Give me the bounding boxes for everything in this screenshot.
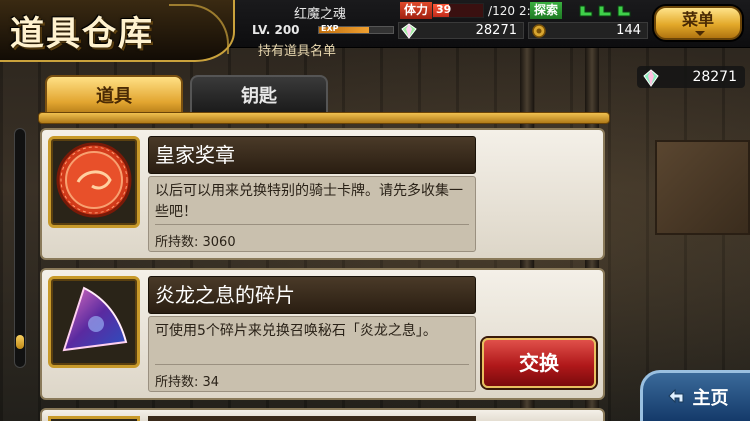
item-description: 以后可以用来兑换特别的骑士卡牌。请先多收集一些吧！ bbox=[155, 181, 469, 225]
boot-icon bbox=[597, 5, 613, 17]
item-card bbox=[40, 408, 605, 421]
tab-keys[interactable]: 钥匙 bbox=[190, 75, 328, 113]
gem-total: 28271 bbox=[637, 66, 745, 88]
item-card: 皇家奖章 以后可以用来兑换特别的骑士卡牌。请先多收集一些吧！ 所持数: 3060 bbox=[40, 128, 605, 260]
coin-counter: 144 bbox=[528, 22, 648, 39]
page-title: 道具仓库 bbox=[10, 13, 154, 54]
coin-count: 144 bbox=[616, 23, 641, 38]
item-icon-frame bbox=[48, 276, 140, 368]
item-name-bar bbox=[148, 416, 476, 421]
item-icon-frame bbox=[48, 416, 140, 421]
tab-items[interactable]: 道具 bbox=[45, 75, 183, 113]
stamina-label: 体力 bbox=[400, 2, 433, 19]
gem-icon bbox=[401, 22, 417, 39]
item-count: 所持数: 34 bbox=[155, 375, 220, 390]
boot-icon bbox=[616, 5, 632, 17]
chevron-down-icon bbox=[695, 31, 705, 36]
player-name: 红魔之魂 bbox=[293, 7, 346, 22]
title-ornament bbox=[169, 4, 229, 54]
stamina-max-value: 120 bbox=[492, 3, 515, 18]
page-subtitle: 持有道具名单 bbox=[258, 44, 337, 59]
stamina-block: 体力 39 /120 2:01 bbox=[400, 2, 546, 19]
gem-icon bbox=[643, 69, 659, 87]
menu-button-label: 菜单 bbox=[681, 10, 714, 29]
explore-icons bbox=[578, 5, 632, 17]
stamina-bar: 39 bbox=[432, 3, 485, 18]
exp-bar: EXP bbox=[318, 24, 394, 34]
dragon-breath-fragment-icon bbox=[54, 280, 134, 364]
item-description-box: 可使用5个碎片来兑换召唤秘石「炎龙之息」。 所持数: 34 bbox=[148, 316, 476, 392]
gem-counter: 28271 bbox=[398, 22, 524, 39]
item-card: 炎龙之息的碎片 可使用5个碎片来兑换召唤秘石「炎龙之息」。 所持数: 34 交换 bbox=[40, 268, 605, 400]
item-icon-frame bbox=[48, 136, 140, 228]
menu-button[interactable]: 菜单 bbox=[654, 6, 742, 40]
home-button[interactable]: 主页 bbox=[640, 370, 750, 421]
item-description-box: 以后可以用来兑换特别的骑士卡牌。请先多收集一些吧！ 所持数: 3060 bbox=[148, 176, 476, 252]
exp-label: EXP bbox=[321, 24, 339, 33]
coin-icon bbox=[531, 23, 547, 39]
explore-block: 探索 bbox=[530, 2, 632, 19]
stamina-value: 39 bbox=[436, 3, 452, 16]
item-description: 可使用5个碎片来兑换召唤秘石「炎龙之息」。 bbox=[155, 321, 469, 365]
royal-medal-icon bbox=[54, 140, 134, 224]
explore-label: 探索 bbox=[530, 2, 563, 19]
scrollbar[interactable] bbox=[14, 128, 26, 368]
tab-strip bbox=[38, 112, 610, 124]
item-count: 所持数: 3060 bbox=[155, 235, 236, 250]
scroll-thumb[interactable] bbox=[16, 335, 24, 349]
background-crate bbox=[655, 140, 750, 235]
item-name: 炎龙之息的碎片 bbox=[148, 276, 476, 314]
player-level: LV. 200 bbox=[252, 23, 300, 37]
title-plate: 道具仓库 bbox=[0, 0, 235, 62]
item-name: 皇家奖章 bbox=[148, 136, 476, 174]
gem-count: 28271 bbox=[475, 23, 517, 38]
gem-total-count: 28271 bbox=[692, 69, 737, 85]
home-button-label: 主页 bbox=[692, 388, 729, 409]
stamina-max: /120 bbox=[488, 3, 515, 18]
exchange-button[interactable]: 交换 bbox=[482, 338, 596, 388]
return-arrow-icon bbox=[665, 386, 687, 408]
boot-icon bbox=[578, 5, 594, 17]
